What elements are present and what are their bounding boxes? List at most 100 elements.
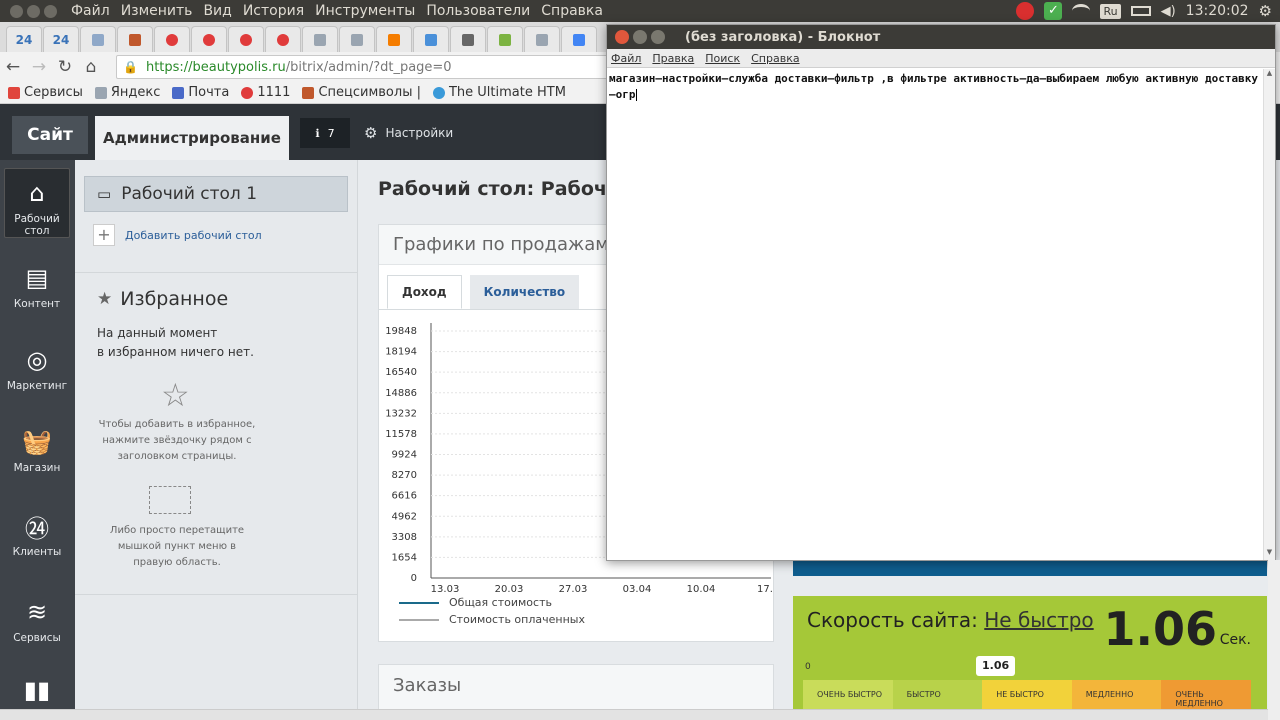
- os-menu-item[interactable]: Справка: [541, 3, 603, 19]
- minimize-icon[interactable]: [633, 30, 647, 44]
- scroll-up-icon[interactable]: ▲: [1264, 69, 1275, 81]
- sync-check-icon[interactable]: ✓: [1044, 2, 1063, 20]
- browser-tab[interactable]: [376, 26, 412, 52]
- home-icon[interactable]: ⌂: [78, 57, 104, 77]
- close-icon[interactable]: [615, 30, 629, 44]
- red-circle-icon: [241, 86, 254, 99]
- browser-tab[interactable]: [450, 26, 486, 52]
- favorites-empty-text: На данный момент в избранном ничего нет.: [97, 324, 297, 362]
- browser-tab[interactable]: [487, 26, 523, 52]
- browser-tab[interactable]: [265, 26, 301, 52]
- settings-button[interactable]: ⚙ Настройки: [364, 118, 453, 148]
- desktop-1-item[interactable]: ▭ Рабочий стол 1: [84, 176, 348, 212]
- notepad-scrollbar[interactable]: ▲ ▼: [1263, 69, 1275, 560]
- y-tick-label: 18194: [385, 347, 417, 358]
- battery-icon[interactable]: [1130, 6, 1151, 16]
- page-horizontal-scrollbar[interactable]: [0, 709, 1268, 720]
- page-title: Рабочий стол: Рабочи: [378, 178, 621, 200]
- browser-tab[interactable]: 24: [6, 26, 42, 52]
- administration-tab[interactable]: Администрирование: [95, 116, 289, 160]
- wifi-icon[interactable]: [1072, 4, 1091, 18]
- nav-item-target[interactable]: ◎ Маркетинг: [4, 336, 70, 396]
- red-circle-icon: [277, 33, 289, 46]
- notepad-window[interactable]: (без заголовка) - Блокнот Файл Правка Поис…: [606, 24, 1276, 561]
- browser-tab[interactable]: [191, 26, 227, 52]
- os-menu-item[interactable]: Изменить: [121, 3, 193, 19]
- keyboard-layout[interactable]: Ru: [1100, 3, 1121, 19]
- site-speed-title: Скорость сайта:: [807, 608, 978, 632]
- notepad-menu-item[interactable]: Справка: [751, 52, 799, 65]
- lock-icon: 🔒: [123, 60, 138, 74]
- gear-icon[interactable]: ⚙: [1259, 2, 1272, 20]
- desktop-1-label: Рабочий стол 1: [121, 184, 258, 204]
- bookmark-item[interactable]: Спецсимволы |: [302, 85, 421, 100]
- notepad-titlebar[interactable]: (без заголовка) - Блокнот: [607, 25, 1275, 49]
- tab-quantity[interactable]: Количество: [469, 275, 580, 309]
- back-icon[interactable]: ←: [0, 57, 26, 77]
- volume-icon[interactable]: ◀): [1161, 4, 1176, 19]
- os-menu-item[interactable]: История: [243, 3, 304, 19]
- bookmark-item[interactable]: Почта: [172, 85, 229, 100]
- os-menu-item[interactable]: Вид: [203, 3, 231, 19]
- maximize-icon[interactable]: [651, 30, 665, 44]
- browser-tab[interactable]: [228, 26, 264, 52]
- bookmark-item[interactable]: Яндекс: [94, 85, 161, 100]
- nav-item-document[interactable]: ▤ Контент: [4, 254, 70, 314]
- browser-tab[interactable]: [524, 26, 560, 52]
- record-icon[interactable]: [1016, 2, 1035, 20]
- plus-icon: +: [93, 224, 115, 246]
- window-buttons[interactable]: [10, 4, 57, 18]
- forward-icon[interactable]: →: [26, 57, 52, 77]
- settings-label: Настройки: [385, 126, 454, 140]
- document-icon: [314, 33, 326, 46]
- add-desktop-button[interactable]: + Добавить рабочий стол: [93, 224, 262, 246]
- y-tick-label: 6616: [392, 491, 417, 502]
- notifications-button[interactable]: ℹ 7: [300, 118, 350, 148]
- bookmark-item[interactable]: Сервисы: [8, 85, 83, 100]
- monitor-icon: ▭: [97, 185, 112, 203]
- apps-icon: [8, 86, 20, 99]
- home-icon: ⌂: [29, 179, 45, 207]
- browser-tab[interactable]: [339, 26, 375, 52]
- browser-tab[interactable]: [413, 26, 449, 52]
- os-menu-item[interactable]: Пользователи: [426, 3, 530, 19]
- page-vertical-scrollbar[interactable]: [1268, 560, 1280, 720]
- nav-item-home[interactable]: ⌂ Рабочий стол: [4, 168, 70, 238]
- y-tick-label: 4962: [392, 511, 417, 522]
- browser-tab[interactable]: [80, 26, 116, 52]
- nav-item-layers[interactable]: ≋ Сервисы: [4, 588, 70, 648]
- notification-icon: ℹ: [315, 126, 320, 140]
- reload-icon[interactable]: ↻: [52, 57, 78, 77]
- legend-paid: Стоимость оплаченных: [399, 613, 585, 626]
- notepad-menu-item[interactable]: Правка: [652, 52, 694, 65]
- notepad-menu-item[interactable]: Поиск: [705, 52, 740, 65]
- clock[interactable]: 13:20:02: [1186, 3, 1249, 19]
- browser-tab[interactable]: [302, 26, 338, 52]
- os-menu-item[interactable]: Инструменты: [315, 3, 415, 19]
- browser-tab[interactable]: [117, 26, 153, 52]
- bookmark-item[interactable]: 1111: [241, 85, 290, 100]
- admin-left-nav: ⌂ Рабочий стол ▤ Контент ◎ Маркетинг 🧺 Магазин ㉔…: [0, 160, 75, 720]
- red-circle-icon: [203, 33, 215, 46]
- os-menu-item[interactable]: Файл: [71, 3, 110, 19]
- nav-item-basket[interactable]: 🧺 Магазин: [4, 418, 70, 478]
- notepad-text-area[interactable]: магазин—настройки—служба доставки—фильтр…: [609, 71, 1259, 103]
- layers-icon: ≋: [26, 598, 48, 626]
- site-speed-value-link[interactable]: Не быстро: [984, 608, 1093, 632]
- browser-tab[interactable]: [561, 26, 597, 52]
- scroll-down-icon[interactable]: ▼: [1264, 548, 1275, 560]
- site-button[interactable]: Сайт: [12, 116, 88, 154]
- nav-item-clients-24[interactable]: ㉔ Клиенты: [4, 502, 70, 562]
- bookmark-label: Сервисы: [24, 85, 83, 100]
- x-tick-label: 27.03: [559, 584, 588, 593]
- browser-tab[interactable]: 24: [43, 26, 79, 52]
- speed-segment: Очень быстро: [803, 680, 893, 710]
- bookmark-item[interactable]: The Ultimate HTM: [432, 85, 566, 100]
- squares-icon: [302, 86, 315, 99]
- notepad-menu-item[interactable]: Файл: [611, 52, 641, 65]
- speed-marker: 1.06: [976, 656, 1016, 676]
- url-bar[interactable]: 🔒 https://beautypolis.ru /bitrix/admin/?…: [116, 55, 616, 79]
- tab-income[interactable]: Доход: [387, 275, 462, 309]
- browser-tab[interactable]: [154, 26, 190, 52]
- bookmark-label: Яндекс: [110, 85, 161, 100]
